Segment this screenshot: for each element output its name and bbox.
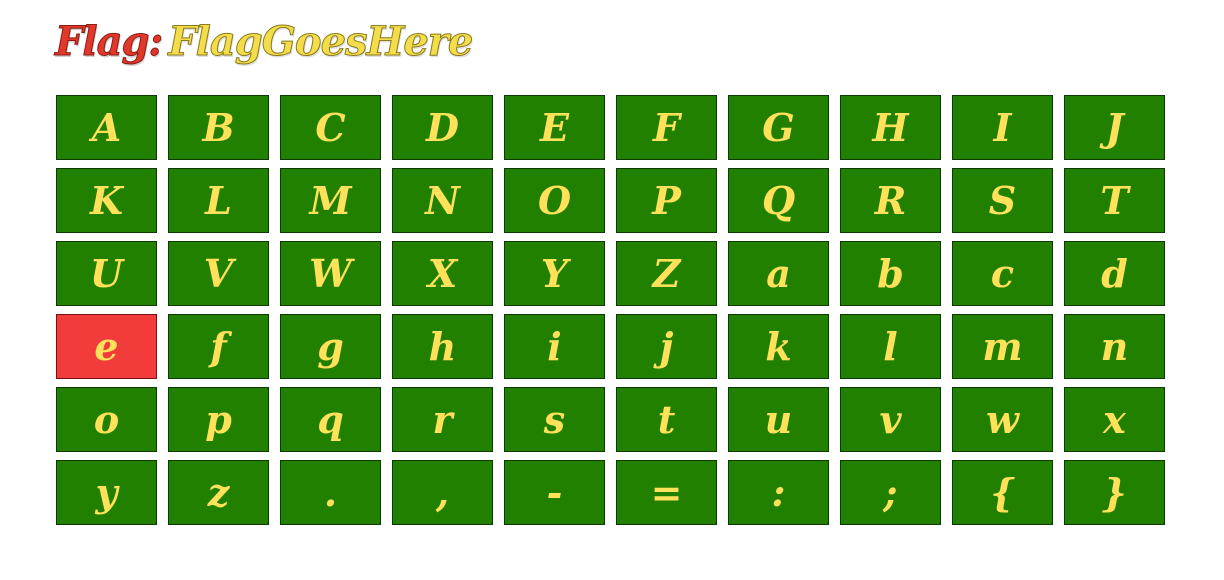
key-button[interactable]: Q: [728, 168, 829, 233]
key-button[interactable]: m: [952, 314, 1053, 379]
key-button[interactable]: C: [280, 95, 381, 160]
key-button[interactable]: =: [616, 460, 717, 525]
key-button[interactable]: B: [168, 95, 269, 160]
key-button[interactable]: P: [616, 168, 717, 233]
key-button[interactable]: z: [168, 460, 269, 525]
key-button[interactable]: n: [1064, 314, 1165, 379]
key-button[interactable]: D: [392, 95, 493, 160]
key-button[interactable]: i: [504, 314, 605, 379]
key-button[interactable]: l: [840, 314, 941, 379]
key-button[interactable]: V: [168, 241, 269, 306]
key-button[interactable]: F: [616, 95, 717, 160]
flag-value: FlagGoesHere: [168, 18, 474, 66]
key-button[interactable]: R: [840, 168, 941, 233]
key-button[interactable]: g: [280, 314, 381, 379]
key-button[interactable]: K: [56, 168, 157, 233]
key-button[interactable]: N: [392, 168, 493, 233]
key-button[interactable]: J: [1064, 95, 1165, 160]
key-button[interactable]: G: [728, 95, 829, 160]
key-button[interactable]: T: [1064, 168, 1165, 233]
key-button[interactable]: M: [280, 168, 381, 233]
key-button[interactable]: e: [56, 314, 157, 379]
key-button[interactable]: t: [616, 387, 717, 452]
key-button[interactable]: Z: [616, 241, 717, 306]
key-button[interactable]: S: [952, 168, 1053, 233]
key-button[interactable]: d: [1064, 241, 1165, 306]
key-button[interactable]: Y: [504, 241, 605, 306]
key-button[interactable]: h: [392, 314, 493, 379]
key-button[interactable]: s: [504, 387, 605, 452]
key-button[interactable]: b: [840, 241, 941, 306]
key-button[interactable]: :: [728, 460, 829, 525]
key-button[interactable]: W: [280, 241, 381, 306]
key-button[interactable]: k: [728, 314, 829, 379]
key-button[interactable]: I: [952, 95, 1053, 160]
key-button[interactable]: y: [56, 460, 157, 525]
key-button[interactable]: u: [728, 387, 829, 452]
key-button[interactable]: .: [280, 460, 381, 525]
key-button[interactable]: ,: [392, 460, 493, 525]
key-button[interactable]: X: [392, 241, 493, 306]
key-button[interactable]: f: [168, 314, 269, 379]
key-button[interactable]: U: [56, 241, 157, 306]
key-button[interactable]: A: [56, 95, 157, 160]
key-button[interactable]: E: [504, 95, 605, 160]
key-button[interactable]: p: [168, 387, 269, 452]
key-button[interactable]: a: [728, 241, 829, 306]
key-button[interactable]: -: [504, 460, 605, 525]
key-button[interactable]: j: [616, 314, 717, 379]
key-button[interactable]: }: [1064, 460, 1165, 525]
key-button[interactable]: O: [504, 168, 605, 233]
key-button[interactable]: ;: [840, 460, 941, 525]
key-button[interactable]: w: [952, 387, 1053, 452]
key-button[interactable]: r: [392, 387, 493, 452]
flag-keyboard-page: Flag: FlagGoesHere ABCDEFGHIJ KLMNOPQRST UV…: [0, 0, 1224, 580]
key-button[interactable]: H: [840, 95, 941, 160]
key-button[interactable]: o: [56, 387, 157, 452]
flag-label: Flag:: [54, 18, 163, 66]
key-button[interactable]: v: [840, 387, 941, 452]
flag-display: Flag: FlagGoesHere: [54, 14, 474, 70]
key-button[interactable]: x: [1064, 387, 1165, 452]
key-button[interactable]: q: [280, 387, 381, 452]
key-button[interactable]: {: [952, 460, 1053, 525]
character-keyboard: ABCDEFGHIJ KLMNOPQRST UVWXYZabcd efghijklmn…: [56, 95, 1165, 525]
key-button[interactable]: c: [952, 241, 1053, 306]
key-button[interactable]: L: [168, 168, 269, 233]
